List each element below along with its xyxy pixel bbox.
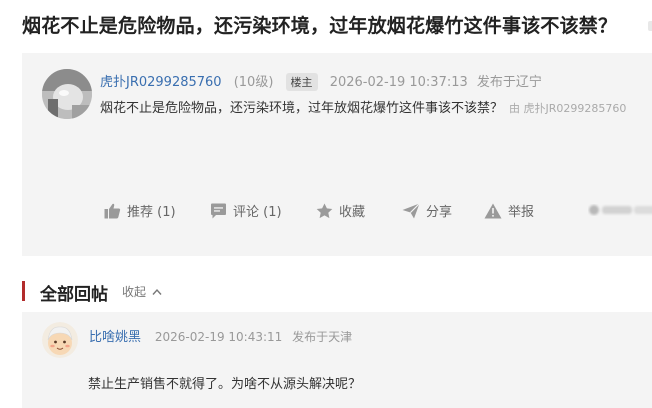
chevron-up-icon <box>152 288 162 295</box>
comment-button[interactable]: 评论 (1) <box>210 201 282 220</box>
original-post: 虎扑JR0299285760 (10级) 楼主 2026-02-19 10:37… <box>22 53 652 256</box>
post-content: 烟花不止是危险物品，还污染环境，过年放烟花爆竹这件事该不该禁？ 由 虎扑JR029… <box>100 97 652 116</box>
report-button[interactable]: 举报 <box>484 201 534 220</box>
reply-content: 禁止生产销售不就得了。为啥不从源头解决呢？ <box>88 377 362 392</box>
share-icon <box>402 202 420 218</box>
share-button[interactable]: 分享 <box>402 201 452 220</box>
blurred-share-icons[interactable] <box>588 203 652 217</box>
op-badge: 楼主 <box>285 73 318 91</box>
reply-timestamp: 2026-02-19 10:43:11 <box>154 330 283 344</box>
star-icon <box>316 203 333 218</box>
recommend-label: 推荐 (1) <box>127 205 176 220</box>
post-source-note: 由 虎扑JR0299285760 <box>509 102 627 115</box>
avatar[interactable] <box>42 322 78 358</box>
reply-meta: 比啥姚黑 2026-02-19 10:43:11 发布于天津 <box>89 326 352 345</box>
thread-title: 烟花不止是危险物品，还污染环境，过年放烟花爆竹这件事该不该禁？ <box>22 15 618 37</box>
comment-label: 评论 (1) <box>233 205 282 220</box>
collapse-button[interactable]: 收起 <box>122 283 162 300</box>
post-timestamp: 2026-02-19 10:37:13 <box>329 75 468 90</box>
avatar-image <box>42 322 78 358</box>
reply-item: 比啥姚黑 2026-02-19 10:43:11 发布于天津 禁止生产销售不就得… <box>22 312 652 408</box>
post-location: 发布于辽宁 <box>476 75 542 90</box>
comment-icon <box>211 203 226 218</box>
reply-username[interactable]: 比啥姚黑 <box>89 330 141 345</box>
section-accent-bar <box>22 281 25 301</box>
avatar-image <box>42 69 92 119</box>
favorite-button[interactable]: 收藏 <box>316 201 365 220</box>
post-content-text: 烟花不止是危险物品，还污染环境，过年放烟花爆竹这件事该不该禁？ <box>100 101 504 116</box>
thumbs-up-icon <box>104 203 121 218</box>
warning-icon <box>484 203 502 218</box>
title-overflow-icon <box>648 21 652 31</box>
report-label: 举报 <box>508 205 535 220</box>
post-meta: 虎扑JR0299285760 (10级) 楼主 2026-02-19 10:37… <box>100 71 542 91</box>
replies-section-title: 全部回帖 <box>40 285 108 305</box>
reply-location: 发布于天津 <box>292 330 353 344</box>
post-username[interactable]: 虎扑JR0299285760 <box>100 75 222 90</box>
share-label: 分享 <box>426 205 453 220</box>
avatar[interactable] <box>42 69 92 119</box>
favorite-label: 收藏 <box>339 205 366 220</box>
user-level: (10级) <box>233 75 274 90</box>
recommend-button[interactable]: 推荐 (1) <box>104 201 176 220</box>
collapse-label: 收起 <box>122 285 147 299</box>
